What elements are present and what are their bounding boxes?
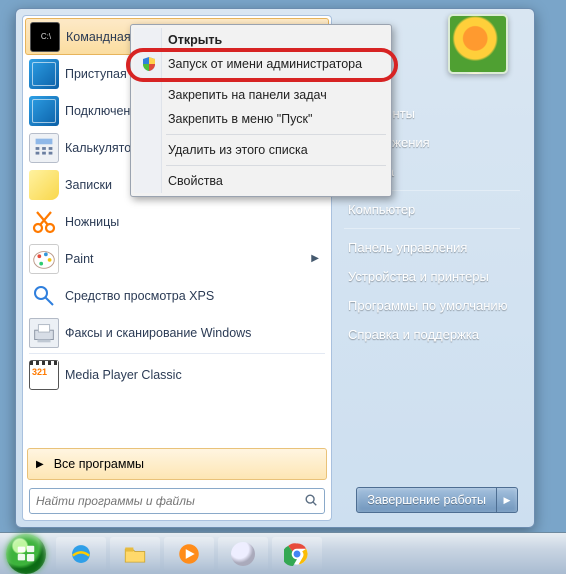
getting-started-icon <box>29 59 59 89</box>
shutdown-options-arrow[interactable]: ▶ <box>497 488 517 512</box>
program-item-snipping-tool[interactable]: Ножницы <box>25 203 329 240</box>
program-label: Ножницы <box>65 215 119 229</box>
context-pin-start-label: Закрепить в меню "Пуск" <box>168 112 312 126</box>
context-open-label: Открыть <box>168 33 222 47</box>
search-row <box>23 482 331 520</box>
taskbar-chrome[interactable] <box>272 537 322 571</box>
calc-icon <box>29 133 59 163</box>
taskbar-explorer[interactable] <box>110 537 160 571</box>
context-properties[interactable]: Свойства <box>134 169 388 193</box>
chrome-icon <box>284 541 310 567</box>
taskbar <box>0 532 566 574</box>
taskbar-ie[interactable] <box>56 537 106 571</box>
context-separator <box>166 134 386 135</box>
context-remove-label: Удалить из этого списка <box>168 143 308 157</box>
program-label: Записки <box>65 178 112 192</box>
cmd-icon <box>30 22 60 52</box>
wmp-icon <box>176 541 202 567</box>
context-pin-taskbar-label: Закрепить на панели задач <box>168 88 327 102</box>
ie-icon <box>68 541 94 567</box>
right-pane-link[interactable]: Устройства и принтеры <box>342 262 522 291</box>
context-pin-start[interactable]: Закрепить в меню "Пуск" <box>134 107 388 131</box>
program-label: Факсы и сканирование Windows <box>65 326 251 340</box>
submenu-arrow-icon: ▶ <box>311 253 325 264</box>
program-label: Paint <box>65 252 94 266</box>
context-open[interactable]: Открыть <box>134 28 388 52</box>
search-box[interactable] <box>29 488 325 514</box>
shutdown-button[interactable]: Завершение работы ▶ <box>356 487 518 513</box>
uac-shield-icon <box>141 56 157 72</box>
program-item-xps-viewer[interactable]: Средство просмотра XPS <box>25 277 329 314</box>
paint-icon <box>29 244 59 274</box>
rdp-icon <box>29 96 59 126</box>
search-icon <box>304 493 318 510</box>
user-picture[interactable] <box>448 14 508 74</box>
fax-scan-icon <box>29 318 59 348</box>
all-programs-label: Все программы <box>54 457 144 471</box>
context-remove[interactable]: Удалить из этого списка <box>134 138 388 162</box>
taskbar-generic[interactable] <box>218 537 268 571</box>
search-input[interactable] <box>36 494 304 508</box>
context-menu: Открыть Запуск от имени администратора З… <box>130 24 392 197</box>
program-label: Калькулятор <box>65 141 138 155</box>
program-label: Средство просмотра XPS <box>65 289 214 303</box>
program-label: Media Player Classic <box>65 368 182 382</box>
all-programs-button[interactable]: ▶ Все программы <box>27 448 327 480</box>
context-separator <box>166 165 386 166</box>
context-pin-taskbar[interactable]: Закрепить на панели задач <box>134 83 388 107</box>
shutdown-label[interactable]: Завершение работы <box>357 488 497 512</box>
right-pane-link[interactable]: Программы по умолчанию <box>342 291 522 320</box>
program-item-fax-scan[interactable]: Факсы и сканирование Windows <box>25 314 329 351</box>
program-item-mpc[interactable]: Media Player Classic <box>25 356 329 393</box>
generic-app-icon <box>231 542 255 566</box>
right-pane-link[interactable]: Панель управления <box>342 233 522 262</box>
taskbar-wmp[interactable] <box>164 537 214 571</box>
xps-viewer-icon <box>29 281 59 311</box>
triangle-right-icon: ▶ <box>36 459 44 470</box>
context-run-as-admin-label: Запуск от имени администратора <box>168 57 362 71</box>
mpc-icon <box>29 360 59 390</box>
right-pane-link[interactable]: Компьютер <box>342 195 522 224</box>
right-pane-link[interactable]: Справка и поддержка <box>342 320 522 349</box>
snipping-tool-icon <box>29 207 59 237</box>
context-run-as-admin[interactable]: Запуск от имени администратора <box>134 52 388 76</box>
start-orb[interactable] <box>6 534 46 574</box>
program-separator <box>29 353 325 354</box>
context-properties-label: Свойства <box>168 174 223 188</box>
explorer-icon <box>122 541 148 567</box>
sticky-notes-icon <box>29 170 59 200</box>
right-pane-separator <box>344 228 520 229</box>
program-item-paint[interactable]: Paint ▶ <box>25 240 329 277</box>
context-separator <box>166 79 386 80</box>
